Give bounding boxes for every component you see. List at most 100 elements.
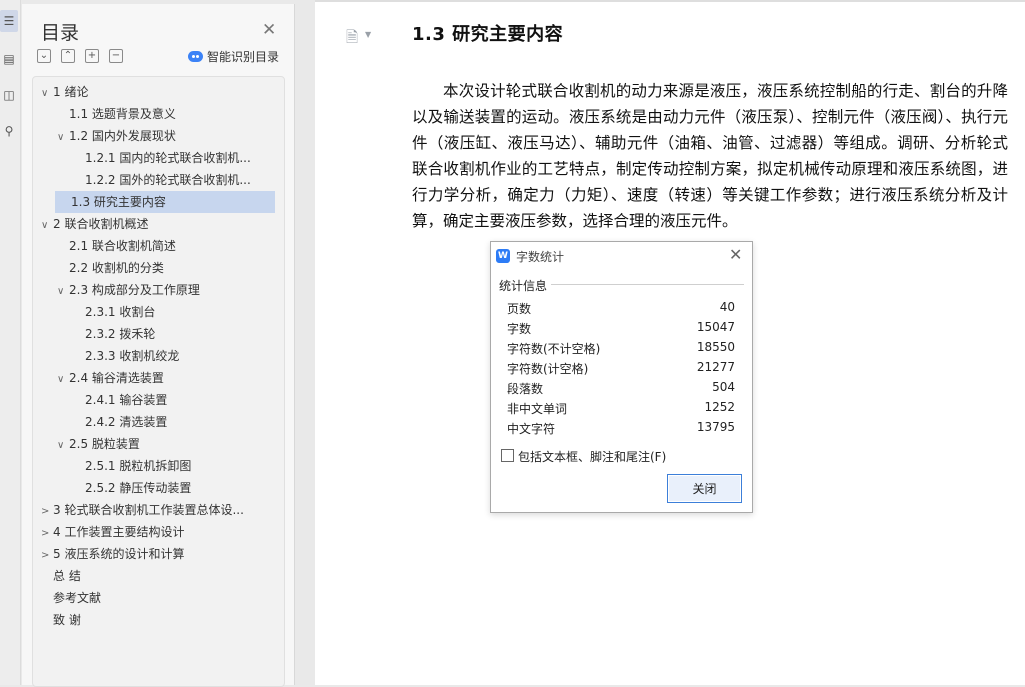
dialog-title-bar: W 字数统计 ✕	[491, 242, 752, 270]
dialog-title: 字数统计	[516, 250, 565, 264]
toc-item-label: 2.4 输谷清选装置	[69, 371, 164, 385]
toc-item[interactable]: 2.3.2 拨禾轮	[33, 323, 273, 345]
toc-item[interactable]: ∨ 1.2 国内外发展现状	[33, 125, 273, 147]
toc-item-label: 4 工作装置主要结构设计	[53, 525, 185, 539]
add-heading-icon[interactable]: +	[85, 49, 99, 63]
stat-value: 1252	[704, 400, 735, 414]
smart-toc-button[interactable]: 智能识别目录	[188, 48, 279, 65]
toc-item[interactable]: 2.4.2 清选装置	[33, 411, 273, 433]
toc-item[interactable]: 2.3.1 收割台	[33, 301, 273, 323]
toc-item[interactable]: 2.5.1 脱粒机拆卸图	[33, 455, 273, 477]
toc-item[interactable]: ∨ 1 绪论	[33, 81, 273, 103]
toc-item-label: 2.1 联合收割机简述	[69, 239, 176, 253]
toc-item-label: 1.2.2 国外的轮式联合收割机...	[85, 173, 251, 187]
toc-item-label: 参考文献	[53, 591, 102, 605]
stat-value: 15047	[696, 320, 735, 334]
toc-item[interactable]: 1.3 研究主要内容	[55, 191, 275, 213]
toc-item[interactable]: >4 工作装置主要结构设计	[33, 521, 273, 543]
toc-item[interactable]: 1.2.2 国外的轮式联合收割机...	[33, 169, 273, 191]
toc-item[interactable]: >5 液压系统的设计和计算	[33, 543, 273, 565]
body-paragraph: 本次设计轮式联合收割机的动力来源是液压，液压系统控制船的行走、割台的升降以及输送…	[412, 82, 1008, 230]
toc-item[interactable]: 2.2 收割机的分类	[33, 257, 273, 279]
stat-row: 字符数(计空格) 21277	[507, 357, 735, 377]
toc-item-label: 2.3 构成部分及工作原理	[69, 283, 200, 297]
chevron-right-icon[interactable]: >	[41, 523, 53, 543]
toc-item-label: 2.4.1 输谷装置	[85, 393, 168, 407]
toc-title: 目录	[41, 22, 80, 44]
wps-logo-icon: W	[496, 249, 510, 263]
toc-item[interactable]: 总 结	[33, 565, 273, 587]
close-icon[interactable]: ✕	[262, 20, 276, 40]
toc-item-label: 1.1 选题背景及意义	[69, 107, 176, 121]
toc-item-label: 2.5.2 静压传动装置	[85, 481, 192, 495]
stat-row: 中文字符 13795	[507, 417, 735, 437]
toc-item-label: 3 轮式联合收割机工作装置总体设...	[53, 503, 244, 517]
toc-item-label: 2.4.2 清选装置	[85, 415, 168, 429]
collapse-all-icon[interactable]: ⌄	[37, 49, 51, 63]
toc-item[interactable]: 2.4.1 输谷装置	[33, 389, 273, 411]
stat-label: 字符数(计空格)	[507, 362, 589, 376]
stat-row: 字数 15047	[507, 317, 735, 337]
close-button[interactable]: 关闭	[667, 474, 742, 503]
stat-row: 段落数 504	[507, 377, 735, 397]
toc-item[interactable]: ∨ 2.4 输谷清选装置	[33, 367, 273, 389]
toc-item[interactable]: 1.1 选题背景及意义	[33, 103, 273, 125]
chevron-right-icon[interactable]: >	[41, 501, 53, 521]
toc-sidebar: 目录 ✕ ⌄ ⌃ + − 智能识别目录 ∨ 1 绪论 1.1 选题背景及意义 ∨ 1.2…	[22, 4, 295, 687]
stat-label: 字数	[507, 322, 532, 336]
toc-item-label: 2 联合收割机概述	[53, 217, 149, 231]
toc-item-label: 1.2 国内外发展现状	[69, 129, 176, 143]
toc-item[interactable]: 1.2.1 国内的轮式联合收割机...	[33, 147, 273, 169]
stat-label: 中文字符	[507, 422, 556, 436]
chevron-down-icon[interactable]: ∨	[41, 215, 53, 235]
toc-item-label: 致 谢	[53, 613, 81, 627]
chevron-right-icon[interactable]: >	[41, 545, 53, 565]
chevron-down-icon[interactable]: ∨	[57, 127, 69, 147]
stat-label: 非中文单词	[507, 402, 568, 416]
toc-item[interactable]: 2.3.3 收割机绞龙	[33, 345, 273, 367]
include-textbox-checkbox[interactable]	[501, 449, 514, 462]
stat-value: 40	[719, 300, 735, 314]
paragraph-format-icon[interactable]: 🗎	[346, 27, 358, 52]
ai-icon	[188, 51, 203, 62]
document-icon[interactable]: ▤	[0, 48, 18, 70]
stat-row: 字符数(不计空格) 18550	[507, 337, 735, 357]
bookmark-icon[interactable]: ◫	[0, 84, 18, 106]
group-divider	[551, 284, 744, 285]
toc-item-label: 2.5 脱粒装置	[69, 437, 140, 451]
stat-value: 13795	[696, 420, 735, 434]
toc-item[interactable]: >3 轮式联合收割机工作装置总体设...	[33, 499, 273, 521]
stats-group-label: 统计信息	[499, 279, 548, 293]
chevron-down-icon[interactable]: ▼	[365, 30, 371, 39]
toc-item[interactable]: ∨ 2.5 脱粒装置	[33, 433, 273, 455]
toc-item[interactable]: 参考文献	[33, 587, 273, 609]
toc-item-label: 2.3.2 拨禾轮	[85, 327, 156, 341]
smart-toc-label: 智能识别目录	[207, 50, 280, 64]
stat-row: 非中文单词 1252	[507, 397, 735, 417]
stat-row: 页数 40	[507, 297, 735, 317]
toc-item[interactable]: 致 谢	[33, 609, 273, 631]
toc-tree: ∨ 1 绪论 1.1 选题背景及意义 ∨ 1.2 国内外发展现状 1.2.1 国内的轮式联…	[32, 76, 285, 687]
chevron-down-icon[interactable]: ∨	[57, 435, 69, 455]
toc-item-label: 1 绪论	[53, 85, 89, 99]
toc-item[interactable]: ∨ 2.3 构成部分及工作原理	[33, 279, 273, 301]
toc-item-label: 2.3.1 收割台	[85, 305, 156, 319]
remove-heading-icon[interactable]: −	[109, 49, 123, 63]
left-icon-rail: ☰ ▤ ◫ ⚲	[0, 0, 21, 685]
stat-label: 页数	[507, 302, 532, 316]
chevron-down-icon[interactable]: ∨	[57, 369, 69, 389]
toc-list-icon[interactable]: ☰	[0, 10, 18, 32]
chevron-down-icon[interactable]: ∨	[41, 83, 53, 103]
close-icon[interactable]: ✕	[729, 245, 742, 264]
toc-item[interactable]: ∨ 2 联合收割机概述	[33, 213, 273, 235]
include-textbox-label[interactable]: 包括文本框、脚注和尾注(F)	[518, 448, 666, 465]
toc-item[interactable]: 2.1 联合收割机简述	[33, 235, 273, 257]
expand-up-icon[interactable]: ⌃	[61, 49, 75, 63]
chevron-down-icon[interactable]: ∨	[57, 281, 69, 301]
find-icon[interactable]: ⚲	[0, 120, 18, 142]
stat-value: 18550	[696, 340, 735, 354]
section-heading: 1.3 研究主要内容	[412, 24, 564, 45]
toc-item-label: 1.2.1 国内的轮式联合收割机...	[85, 151, 251, 165]
toc-item-label: 总 结	[53, 569, 81, 583]
toc-item[interactable]: 2.5.2 静压传动装置	[33, 477, 273, 499]
